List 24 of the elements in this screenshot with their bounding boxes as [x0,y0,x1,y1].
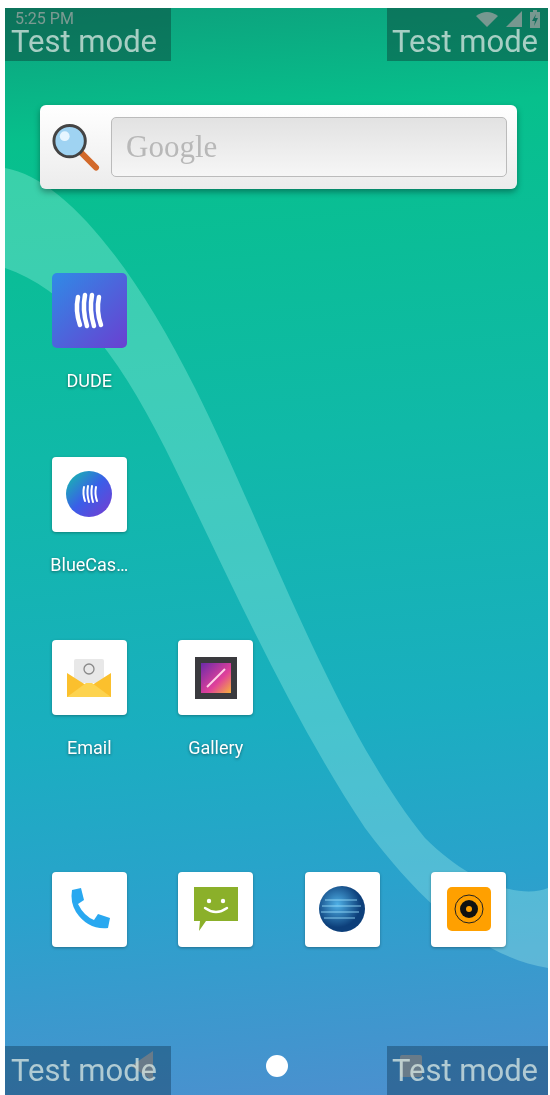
signal-icon [506,11,522,27]
dock-tile[interactable] [51,871,127,947]
home-button[interactable] [265,1054,288,1077]
dock-tile[interactable] [178,871,254,947]
app-tile[interactable] [178,640,254,715]
dock-tile[interactable] [431,871,507,947]
app-tile[interactable] [51,456,127,532]
test-mode-overlay: Test mode [387,8,548,61]
search-icon[interactable] [50,121,101,173]
wifi-icon [476,11,498,27]
app-label[interactable]: BlueCas… [50,553,129,575]
test-mode-overlay: Test mode [5,1046,171,1095]
app-label[interactable]: Gallery [188,737,244,758]
dock-tile[interactable] [304,871,380,947]
test-mode-overlay: Test mode [387,1046,548,1095]
globe-icon [317,884,368,934]
app-label[interactable]: Email [66,737,112,758]
status-time: 5:25 PM [15,10,74,27]
stripes-circle-icon [64,469,115,519]
search-field[interactable]: Google [111,117,507,177]
app-tile[interactable] [51,640,127,715]
battery-charging-icon [530,10,540,28]
app-label[interactable]: DUDE [66,370,112,391]
stripes-app-icon[interactable] [51,273,127,348]
